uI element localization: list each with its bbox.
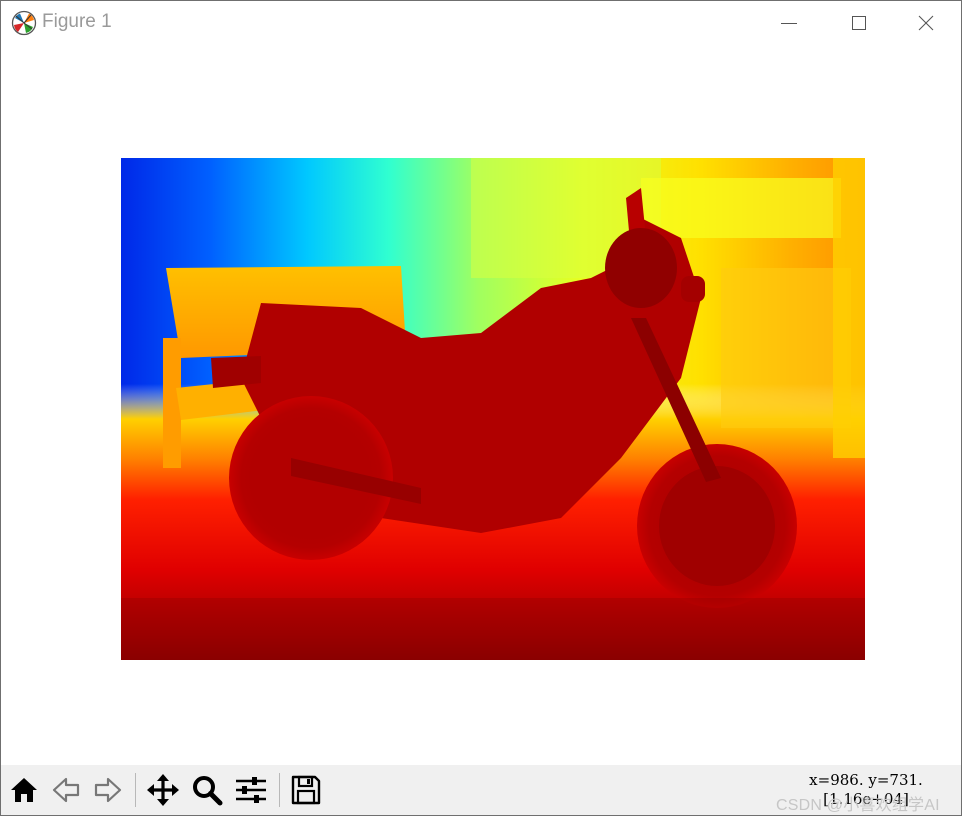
home-button[interactable] [5,770,43,810]
back-button[interactable] [47,770,85,810]
figure-canvas[interactable] [1,45,961,765]
figure-window: Figure 1 x=986. y=731. [1.16e+04] CSDN @… [0,0,962,816]
zoom-button[interactable] [188,770,226,810]
watermark: CSDN @小喜欢组学AI [776,797,940,814]
home-icon [11,778,37,802]
minimize-button[interactable] [754,1,824,45]
navigation-toolbar: x=986. y=731. [1.16e+04] CSDN @小喜欢组学AI [1,765,961,815]
save-floppy-icon [291,775,321,805]
matplotlib-logo-icon [11,10,37,36]
back-arrow-icon [52,777,80,803]
maximize-button[interactable] [824,1,894,45]
coords-position: x=986. y=731. [809,771,923,789]
zoom-magnifier-icon [193,776,223,806]
save-button[interactable] [287,770,325,810]
subplots-configure-icon [236,777,266,803]
toolbar-separator [135,773,136,807]
forward-button[interactable] [89,770,127,810]
configure-subplots-button[interactable] [232,770,270,810]
close-button[interactable] [891,1,961,45]
forward-arrow-icon [94,777,122,803]
pan-button[interactable] [144,770,182,810]
pan-move-icon [147,774,179,806]
close-icon [918,15,934,31]
minimize-icon [781,23,797,24]
toolbar-separator [279,773,280,807]
title-bar[interactable]: Figure 1 [1,1,961,45]
window-title: Figure 1 [42,11,112,32]
depth-map-image [121,158,865,660]
maximize-icon [852,16,866,30]
